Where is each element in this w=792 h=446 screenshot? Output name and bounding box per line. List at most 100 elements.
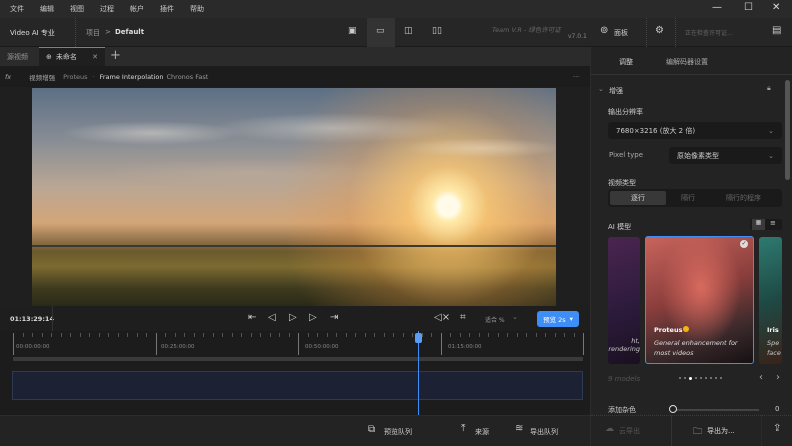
- step-back-icon[interactable]: ◁: [268, 312, 276, 323]
- right-panel-scrollbar[interactable]: [785, 80, 790, 180]
- output-res-label: 输出分辨率: [608, 108, 643, 116]
- more-icon[interactable]: ···: [573, 73, 579, 81]
- carousel-dot[interactable]: [689, 377, 692, 380]
- export-queue-button[interactable]: 导出队列: [530, 427, 558, 437]
- mute-icon[interactable]: ◁×: [434, 312, 450, 323]
- video-type-interlaced-progressive[interactable]: 隔行的程序: [726, 193, 761, 203]
- crumb-enhance[interactable]: 视频增强: [29, 72, 55, 82]
- carousel-next-icon[interactable]: ›: [776, 372, 780, 383]
- carousel-dot[interactable]: [700, 377, 702, 379]
- export-as-button[interactable]: 导出为...: [707, 426, 735, 436]
- timeline[interactable]: 00:00:00:00 00:25:00:00 00:50:00:00 01:1…: [0, 331, 590, 416]
- crumb-model[interactable]: Proteus: [63, 73, 87, 81]
- lock-icon[interactable]: 🔒︎: [767, 84, 771, 93]
- grain-slider-handle[interactable]: [669, 405, 677, 413]
- menu-view[interactable]: 视图: [70, 4, 84, 14]
- tab-untitled[interactable]: ⊕ 未命名 ✕: [39, 47, 105, 66]
- ruler-tick: [488, 333, 489, 337]
- preview-queue-button[interactable]: 预览队列: [384, 427, 412, 437]
- model-card[interactable]: ht, rendering: [608, 237, 640, 364]
- skip-start-icon[interactable]: ⇤: [248, 312, 256, 323]
- pixel-type-label: Pixel type: [609, 151, 644, 159]
- grain-slider[interactable]: [671, 409, 759, 411]
- video-type-interlaced[interactable]: 隔行: [681, 193, 695, 203]
- wide-view-icon: ▭: [376, 26, 385, 36]
- playhead[interactable]: [414, 331, 422, 416]
- tick-label: 00:25:00:00: [161, 344, 195, 350]
- side-by-side-icon[interactable]: ▯▯: [432, 26, 442, 36]
- share-icon[interactable]: ⇪: [773, 423, 781, 434]
- carousel-dot[interactable]: [710, 377, 712, 379]
- carousel-dot[interactable]: [720, 377, 722, 379]
- model-card-iris[interactable]: Iris Spe face: [759, 237, 782, 364]
- selected-check-icon: ✓: [740, 240, 748, 248]
- collab-icon[interactable]: ⊚: [600, 25, 608, 36]
- video-clip-track[interactable]: [12, 371, 583, 400]
- tab-close-icon[interactable]: ✕: [92, 53, 98, 61]
- tab-adjust[interactable]: 调整: [619, 57, 633, 67]
- minimize-button[interactable]: —: [712, 2, 722, 13]
- ruler-tick: [51, 333, 52, 337]
- maximize-button[interactable]: ☐: [744, 2, 753, 13]
- output-res-dropdown[interactable]: 7680×3216 (放大 2 倍) ⌄: [608, 122, 782, 139]
- panel-toggle-icon[interactable]: ▤: [772, 25, 781, 36]
- ruler-tick: [184, 333, 185, 337]
- user-label[interactable]: 面板: [614, 28, 628, 38]
- section-enhance[interactable]: 增强: [609, 86, 623, 96]
- ruler-tick: [222, 333, 223, 337]
- carousel-prev-icon[interactable]: ‹: [759, 372, 763, 383]
- ruler-tick: [89, 333, 90, 337]
- bottom-bar: ⧉ 预览队列 ⤒ 来源 ≋ 导出队列: [0, 415, 590, 446]
- single-view-icon[interactable]: ▣: [348, 26, 357, 36]
- carousel-dot[interactable]: [695, 377, 697, 379]
- list-view-icon[interactable]: ≡: [770, 219, 776, 227]
- crop-icon[interactable]: ⌗: [460, 312, 466, 323]
- ruler-tick: [13, 333, 14, 355]
- menu-help[interactable]: 帮助: [190, 4, 204, 14]
- folder-icon: 🗀︎: [693, 427, 703, 437]
- carousel-dot[interactable]: [705, 377, 707, 379]
- fx-icon[interactable]: fx: [5, 73, 11, 81]
- carousel-dot[interactable]: [679, 377, 681, 379]
- pixel-type-dropdown[interactable]: 原始像素类型 ⌄: [669, 147, 782, 164]
- menu-process[interactable]: 过程: [100, 4, 114, 14]
- preview-button[interactable]: 预览 2s ▾: [537, 311, 579, 327]
- model-card-proteus[interactable]: ✓ Proteus General enhancement for most v…: [645, 236, 754, 364]
- ruler-tick: [193, 333, 195, 337]
- menu-edit[interactable]: 编辑: [40, 4, 54, 14]
- collapse-chevron-icon[interactable]: ⌄: [598, 85, 604, 93]
- grid-view-icon[interactable]: ▦: [752, 219, 765, 230]
- breadcrumb-root[interactable]: 项目: [86, 28, 100, 38]
- play-icon[interactable]: ▷: [289, 312, 297, 323]
- view-mode-active[interactable]: ▭: [367, 18, 395, 47]
- ruler-tick: [516, 333, 518, 337]
- tab-source[interactable]: 源视频: [0, 47, 35, 66]
- crumb-interp-model[interactable]: Chronos Fast: [167, 73, 209, 81]
- menu-account[interactable]: 帐户: [130, 4, 144, 14]
- add-tab-button[interactable]: +: [110, 48, 121, 63]
- carousel-dots[interactable]: [679, 377, 722, 380]
- zoom-select[interactable]: 适合 %: [485, 315, 505, 324]
- video-type-progressive[interactable]: 逐行: [610, 191, 666, 205]
- header: Video AI 专业 项目 > Default ▣ ▭ ◫ ▯▯ Team V…: [0, 18, 792, 47]
- carousel-dot[interactable]: [715, 377, 717, 379]
- ruler-tick: [459, 333, 461, 337]
- ruler-tick: [79, 333, 81, 337]
- menu-file[interactable]: 文件: [10, 4, 24, 14]
- ruler-tick: [402, 333, 404, 337]
- tab-codec-settings[interactable]: 编解码器设置: [666, 57, 708, 67]
- ruler-tick: [22, 333, 24, 337]
- ruler-tick: [545, 333, 546, 337]
- carousel-dot[interactable]: [684, 377, 686, 379]
- skip-end-icon[interactable]: ⇥: [330, 312, 338, 323]
- zoom-chevron-icon[interactable]: ⌄: [512, 313, 518, 321]
- settings-gear-icon[interactable]: ⚙: [655, 25, 664, 36]
- tick-label: 00:50:00:00: [305, 344, 339, 350]
- step-forward-icon[interactable]: ▷: [309, 312, 317, 323]
- close-button[interactable]: ✕: [772, 2, 780, 13]
- crumb-interpolation[interactable]: Frame Interpolation: [100, 73, 164, 81]
- split-view-icon[interactable]: ◫: [404, 26, 413, 36]
- cloud-export-button[interactable]: 云导出: [619, 426, 640, 436]
- menu-plugins[interactable]: 插件: [160, 4, 174, 14]
- source-button[interactable]: 来源: [475, 427, 489, 437]
